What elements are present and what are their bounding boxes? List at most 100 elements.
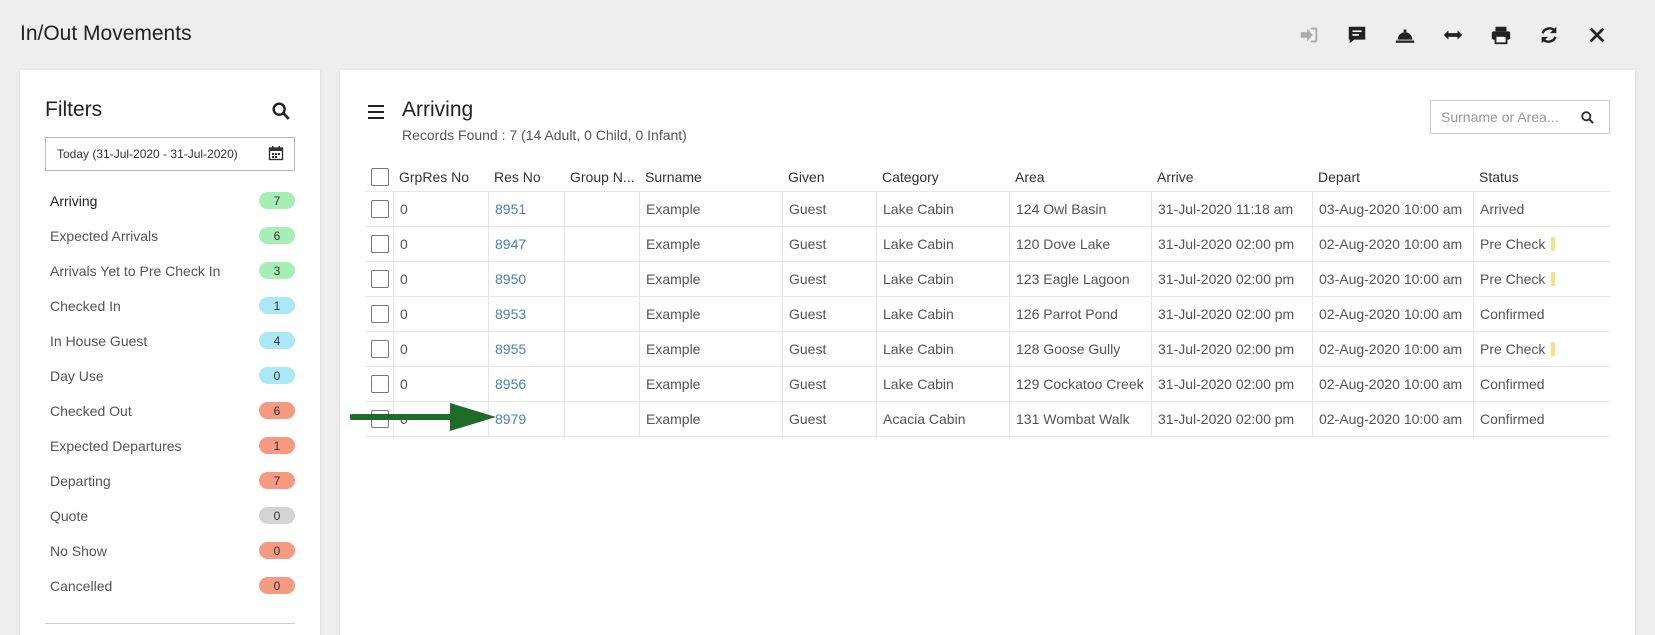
res-no-link[interactable]: 8955 bbox=[495, 341, 526, 357]
cell-text: Lake Cabin bbox=[883, 236, 954, 252]
res-no-link[interactable]: 8950 bbox=[495, 271, 526, 287]
row-checkbox[interactable] bbox=[371, 375, 389, 393]
column-header-res-no[interactable]: Res No bbox=[488, 162, 564, 191]
res-no-link[interactable]: 8956 bbox=[495, 376, 526, 392]
search-field[interactable] bbox=[1430, 100, 1610, 134]
cell-text: 0 bbox=[400, 411, 408, 427]
cell-given: Guest bbox=[782, 192, 876, 226]
cell-text: Example bbox=[646, 376, 701, 392]
res-no-link[interactable]: 8951 bbox=[495, 201, 526, 217]
filter-item-day-use[interactable]: Day Use 0 bbox=[45, 358, 295, 393]
cell-grpres-no: 0 bbox=[393, 367, 488, 401]
cell-group-name bbox=[564, 367, 639, 401]
search-input[interactable] bbox=[1441, 109, 1571, 125]
cell-text: 0 bbox=[400, 201, 408, 217]
res-no-link[interactable]: 8979 bbox=[495, 411, 526, 427]
res-no-link[interactable]: 8953 bbox=[495, 306, 526, 322]
table-row[interactable]: 0 8947 Example Guest Lake Cabin 120 Dove Lake… bbox=[365, 227, 1610, 262]
column-header-group-name[interactable]: Group N... bbox=[564, 162, 639, 191]
row-checkbox[interactable] bbox=[371, 235, 389, 253]
search-icon[interactable] bbox=[270, 100, 292, 122]
filter-item-expected-arrivals[interactable]: Expected Arrivals 6 bbox=[45, 218, 295, 253]
cell-text: 02-Aug-2020 10:00 am bbox=[1319, 341, 1463, 357]
filters-panel: Filters Today (31-Jul-2020 - 31-Jul-2020… bbox=[20, 70, 320, 635]
cell-group-name bbox=[564, 192, 639, 226]
column-header-depart[interactable]: Depart bbox=[1312, 162, 1473, 191]
search-icon[interactable] bbox=[1580, 110, 1595, 125]
cell-res-no[interactable]: 8955 bbox=[488, 332, 564, 366]
filter-item-checked-in[interactable]: Checked In 1 bbox=[45, 288, 295, 323]
filter-item-arriving[interactable]: Arriving 7 bbox=[45, 183, 295, 218]
column-header-surname[interactable]: Surname bbox=[639, 162, 782, 191]
resize-horizontal-icon[interactable] bbox=[1440, 22, 1466, 48]
cell-depart: 02-Aug-2020 10:00 am bbox=[1312, 332, 1473, 366]
menu-icon[interactable] bbox=[368, 104, 386, 120]
cell-surname: Example bbox=[639, 227, 782, 261]
toolbar bbox=[1296, 22, 1610, 48]
date-range-value: Today (31-Jul-2020 - 31-Jul-2020) bbox=[57, 147, 238, 161]
table-row[interactable]: 0 8979 Example Guest Acacia Cabin 131 Wombat … bbox=[365, 402, 1610, 437]
row-checkbox[interactable] bbox=[371, 200, 389, 218]
row-checkbox[interactable] bbox=[371, 270, 389, 288]
table-row[interactable]: 0 8955 Example Guest Lake Cabin 128 Goose Gul… bbox=[365, 332, 1610, 367]
select-all-checkbox[interactable] bbox=[371, 167, 389, 186]
cell-category: Lake Cabin bbox=[876, 332, 1009, 366]
filter-item-arrivals-yet-to-pre-check-in[interactable]: Arrivals Yet to Pre Check In 3 bbox=[45, 253, 295, 288]
table-row[interactable]: 0 8953 Example Guest Lake Cabin 126 Parrot Po… bbox=[365, 297, 1610, 332]
cell-category: Lake Cabin bbox=[876, 367, 1009, 401]
cell-text: 31-Jul-2020 02:00 pm bbox=[1158, 236, 1295, 252]
cell-surname: Example bbox=[639, 297, 782, 331]
comment-icon[interactable] bbox=[1344, 22, 1370, 48]
cell-res-no[interactable]: 8951 bbox=[488, 192, 564, 226]
filter-item-quote[interactable]: Quote 0 bbox=[45, 498, 295, 533]
row-checkbox[interactable] bbox=[371, 410, 389, 428]
cell-grpres-no: 0 bbox=[393, 262, 488, 296]
cell-arrive: 31-Jul-2020 02:00 pm bbox=[1151, 332, 1312, 366]
cell-text: Lake Cabin bbox=[883, 306, 954, 322]
cell-area: 124 Owl Basin bbox=[1009, 192, 1151, 226]
cell-text: 31-Jul-2020 02:00 pm bbox=[1158, 411, 1295, 427]
column-header-arrive[interactable]: Arrive bbox=[1151, 162, 1312, 191]
close-icon[interactable] bbox=[1584, 22, 1610, 48]
cell-text: 02-Aug-2020 10:00 am bbox=[1319, 236, 1463, 252]
table-row[interactable]: 0 8950 Example Guest Lake Cabin 123 Eagle Lag… bbox=[365, 262, 1610, 297]
sign-in-icon[interactable] bbox=[1296, 22, 1322, 48]
table-row[interactable]: 0 8951 Example Guest Lake Cabin 124 Owl Basin… bbox=[365, 192, 1610, 227]
date-range-field[interactable]: Today (31-Jul-2020 - 31-Jul-2020) bbox=[45, 137, 295, 171]
calendar-icon[interactable] bbox=[268, 145, 284, 161]
cell-res-no[interactable]: 8956 bbox=[488, 367, 564, 401]
filter-item-departing[interactable]: Departing 7 bbox=[45, 463, 295, 498]
status-overflow-indicator bbox=[1551, 237, 1556, 251]
column-header-given[interactable]: Given bbox=[782, 162, 876, 191]
cell-res-no[interactable]: 8953 bbox=[488, 297, 564, 331]
res-no-link[interactable]: 8947 bbox=[495, 236, 526, 252]
filter-label: Cancelled bbox=[50, 577, 113, 594]
row-checkbox[interactable] bbox=[371, 340, 389, 358]
cell-res-no[interactable]: 8979 bbox=[488, 402, 564, 436]
cell-text: Lake Cabin bbox=[883, 271, 954, 287]
column-header-status[interactable]: Status bbox=[1473, 162, 1610, 191]
filter-item-no-show[interactable]: No Show 0 bbox=[45, 533, 295, 568]
cell-status: Confirmed bbox=[1473, 297, 1610, 331]
filter-item-checked-out[interactable]: Checked Out 6 bbox=[45, 393, 295, 428]
filter-item-expected-departures[interactable]: Expected Departures 1 bbox=[45, 428, 295, 463]
column-header-area[interactable]: Area bbox=[1009, 162, 1151, 191]
print-icon[interactable] bbox=[1488, 22, 1514, 48]
concierge-bell-icon[interactable] bbox=[1392, 22, 1418, 48]
column-header-grpres-no[interactable]: GrpRes No bbox=[393, 162, 488, 191]
cell-res-no[interactable]: 8950 bbox=[488, 262, 564, 296]
filter-label: Quote bbox=[50, 507, 89, 524]
cell-status: Pre Check bbox=[1473, 227, 1610, 261]
count-badge: 7 bbox=[259, 192, 295, 209]
cell-text: 31-Jul-2020 02:00 pm bbox=[1158, 306, 1295, 322]
filter-item-cancelled[interactable]: Cancelled 0 bbox=[45, 568, 295, 603]
row-checkbox[interactable] bbox=[371, 305, 389, 323]
column-header-category[interactable]: Category bbox=[876, 162, 1009, 191]
filter-item-in-house-guest[interactable]: In House Guest 4 bbox=[45, 323, 295, 358]
table-row[interactable]: 0 8956 Example Guest Lake Cabin 129 Cockatoo … bbox=[365, 367, 1610, 402]
cell-text: Pre Check bbox=[1480, 271, 1546, 287]
cell-res-no[interactable]: 8947 bbox=[488, 227, 564, 261]
cell-surname: Example bbox=[639, 262, 782, 296]
cell-category: Lake Cabin bbox=[876, 227, 1009, 261]
refresh-icon[interactable] bbox=[1536, 22, 1562, 48]
